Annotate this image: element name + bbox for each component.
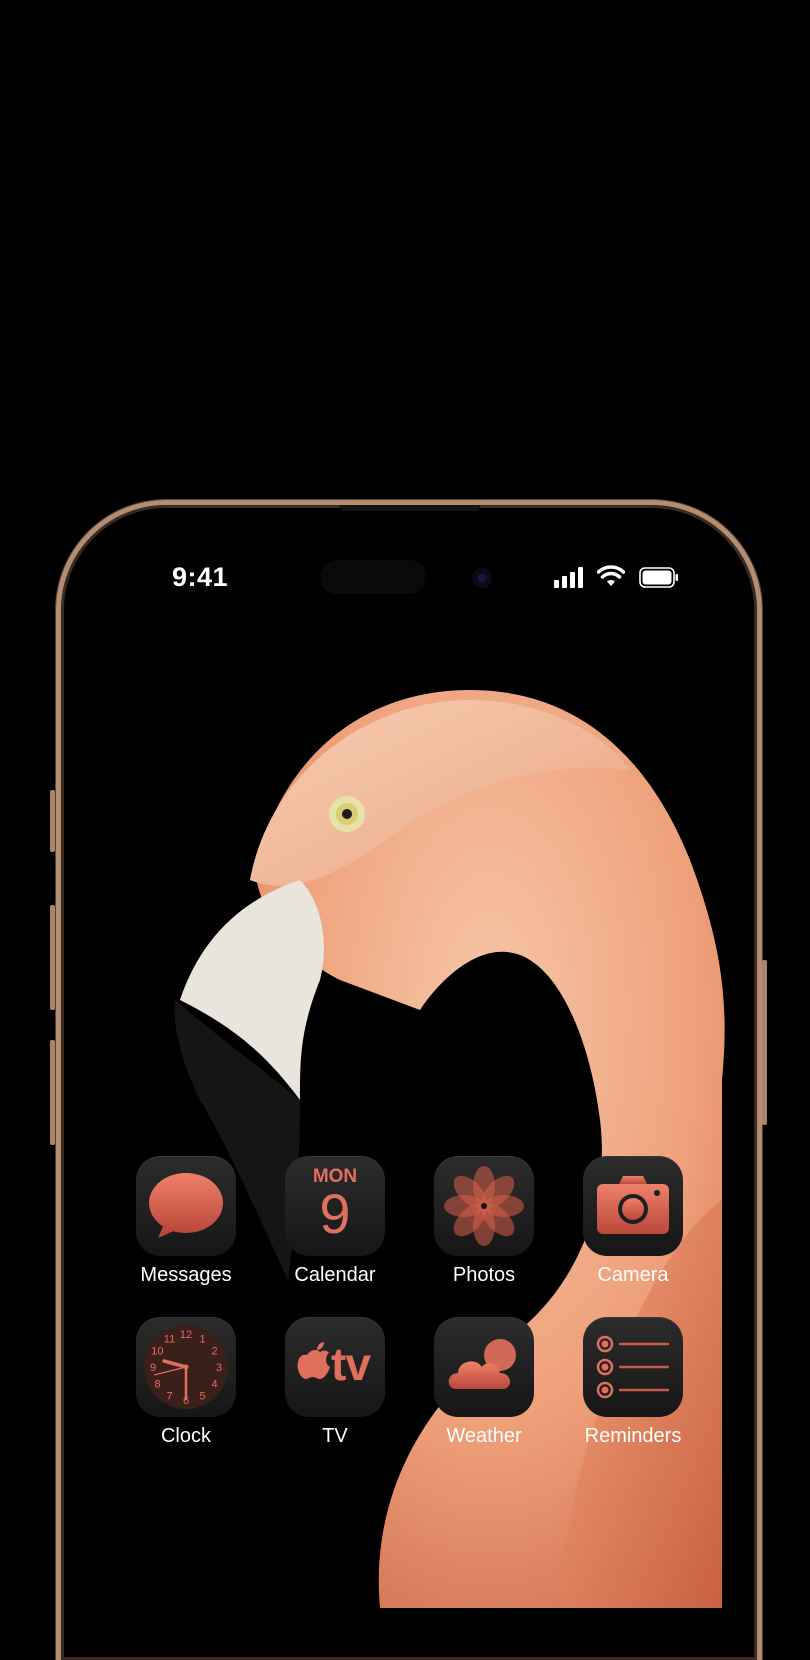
clock-number: 12	[180, 1329, 192, 1341]
app-label: Photos	[452, 1264, 516, 1286]
tv-icon: tv	[285, 1317, 385, 1417]
action-button	[50, 790, 55, 852]
app-label: Messages	[140, 1264, 232, 1286]
app-clock[interactable]: 12 1 2 3 4 5 6 7 8 9 10 11 Clock	[136, 1317, 236, 1448]
app-tv[interactable]: tv TV	[285, 1317, 385, 1448]
calendar-icon: MON 9	[285, 1156, 385, 1256]
photos-icon	[434, 1156, 534, 1256]
clock-number: 2	[212, 1346, 218, 1358]
app-reminders[interactable]: Reminders	[583, 1317, 683, 1448]
clock-icon: 12 1 2 3 4 5 6 7 8 9 10 11	[136, 1317, 236, 1417]
front-camera	[472, 568, 492, 588]
phone-speaker-slot	[340, 505, 480, 511]
camera-icon	[583, 1156, 683, 1256]
app-label: Calendar	[294, 1264, 376, 1286]
messages-icon	[136, 1156, 236, 1256]
app-messages[interactable]: Messages	[136, 1156, 236, 1287]
app-label: Camera	[597, 1264, 669, 1286]
app-calendar[interactable]: MON 9 Calendar	[285, 1156, 385, 1287]
battery-icon	[639, 567, 678, 588]
status-time: 9:41	[172, 562, 229, 592]
app-weather[interactable]: Weather	[434, 1317, 534, 1448]
weather-icon	[434, 1317, 534, 1417]
clock-number: 5	[199, 1391, 205, 1403]
app-label: Reminders	[584, 1425, 682, 1447]
app-camera[interactable]: Camera	[583, 1156, 683, 1287]
volume-down-button	[50, 1040, 55, 1145]
clock-number: 4	[212, 1379, 218, 1391]
clock-number: 11	[164, 1333, 175, 1345]
cellular-signal-icon	[554, 566, 586, 588]
calendar-date: 9	[319, 1182, 351, 1245]
wifi-icon	[597, 565, 625, 586]
clock-number: 1	[199, 1333, 205, 1345]
app-label: TV	[322, 1425, 348, 1447]
clock-number: 9	[150, 1362, 156, 1374]
app-label: Clock	[160, 1425, 211, 1447]
dynamic-island	[320, 560, 426, 594]
volume-up-button	[50, 905, 55, 1010]
reminders-icon	[583, 1317, 683, 1417]
tv-logo-text: tv	[331, 1338, 371, 1390]
app-photos[interactable]: Photos	[434, 1156, 534, 1287]
clock-number: 8	[154, 1379, 160, 1391]
clock-number: 3	[216, 1362, 222, 1374]
app-label: Weather	[446, 1425, 522, 1447]
clock-number: 7	[166, 1391, 172, 1403]
power-button	[762, 960, 767, 1125]
clock-number: 10	[151, 1346, 163, 1358]
